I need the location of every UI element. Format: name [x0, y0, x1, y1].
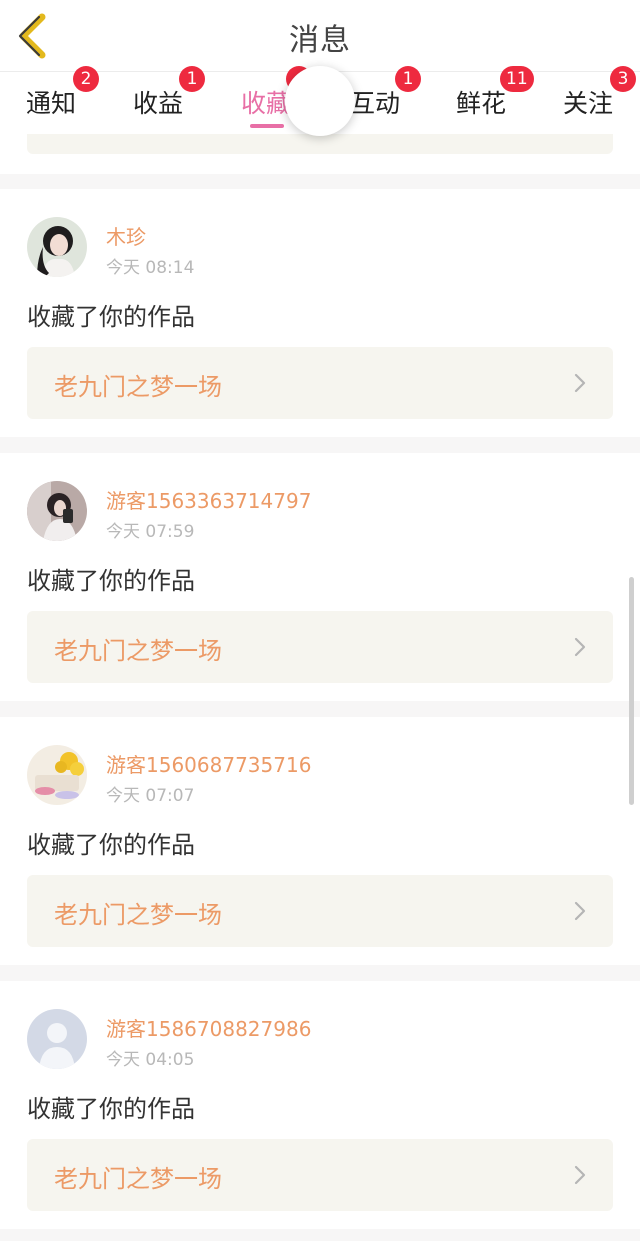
- avatar[interactable]: [27, 1009, 87, 1069]
- user-name[interactable]: 游客1586708827986: [106, 1013, 311, 1042]
- work-title: 老九门之梦一场: [54, 901, 222, 929]
- user-name[interactable]: 游客1563363714797: [106, 485, 311, 514]
- avatar[interactable]: [27, 745, 87, 805]
- chevron-right-icon: [574, 637, 586, 657]
- work-link[interactable]: 老九门之梦一场: [27, 611, 613, 683]
- photo-girl-dark-hair-icon: [27, 217, 87, 277]
- messages-page: 消息 通知 收益 收藏 互动 鲜花 关注 2 1 1 11 3 木珍 今天 08…: [0, 0, 640, 1241]
- tab-notify[interactable]: 通知: [26, 84, 76, 120]
- previous-card-remnant: [0, 134, 640, 174]
- action-text: 收藏了你的作品: [27, 831, 195, 859]
- scrollbar[interactable]: [629, 577, 634, 805]
- tab-follow[interactable]: 关注: [563, 84, 613, 120]
- photo-flowers-icon: [27, 745, 87, 805]
- default-user-icon: [27, 1009, 87, 1069]
- income-count-badge: 1: [179, 66, 205, 92]
- header-bar: 消息: [0, 0, 640, 72]
- action-text: 收藏了你的作品: [27, 303, 195, 331]
- work-link[interactable]: 老九门之梦一场: [27, 875, 613, 947]
- chevron-right-icon: [574, 1165, 586, 1185]
- message-card: 木珍 今天 08:14 收藏了你的作品 老九门之梦一场: [0, 189, 640, 437]
- user-name[interactable]: 游客1560687735716: [106, 749, 311, 778]
- chevron-right-icon: [574, 901, 586, 921]
- tab-flowers[interactable]: 鲜花: [456, 84, 506, 120]
- previous-work-box[interactable]: [27, 134, 613, 154]
- action-text: 收藏了你的作品: [27, 1095, 195, 1123]
- message-time: 今天 07:59: [106, 522, 195, 542]
- message-card: 游客1563363714797 今天 07:59 收藏了你的作品 老九门之梦一场: [0, 453, 640, 701]
- action-text: 收藏了你的作品: [27, 567, 195, 595]
- work-title: 老九门之梦一场: [54, 373, 222, 401]
- floating-assistive-button[interactable]: [285, 66, 355, 136]
- follow-count-badge: 3: [610, 66, 636, 92]
- message-time: 今天 07:07: [106, 786, 195, 806]
- message-time: 今天 04:05: [106, 1050, 195, 1070]
- work-link[interactable]: 老九门之梦一场: [27, 347, 613, 419]
- tab-favorites[interactable]: 收藏: [241, 84, 291, 120]
- notify-count-badge: 2: [73, 66, 99, 92]
- work-title: 老九门之梦一场: [54, 637, 222, 665]
- message-card: 游客1560687735716 今天 07:07 收藏了你的作品 老九门之梦一场: [0, 717, 640, 965]
- flowers-count-badge: 11: [500, 66, 534, 92]
- user-name[interactable]: 木珍: [106, 221, 146, 250]
- tab-income[interactable]: 收益: [133, 84, 183, 120]
- interaction-count-badge: 1: [395, 66, 421, 92]
- page-title: 消息: [289, 23, 351, 58]
- avatar[interactable]: [27, 217, 87, 277]
- chevron-right-icon: [574, 373, 586, 393]
- work-title: 老九门之梦一场: [54, 1165, 222, 1193]
- avatar[interactable]: [27, 481, 87, 541]
- active-tab-indicator: [250, 124, 284, 128]
- photo-girl-mirror-icon: [27, 481, 87, 541]
- message-card: 游客1586708827986 今天 04:05 收藏了你的作品 老九门之梦一场: [0, 981, 640, 1229]
- tab-interaction[interactable]: 互动: [350, 84, 400, 120]
- message-time: 今天 08:14: [106, 258, 195, 278]
- work-link[interactable]: 老九门之梦一场: [27, 1139, 613, 1211]
